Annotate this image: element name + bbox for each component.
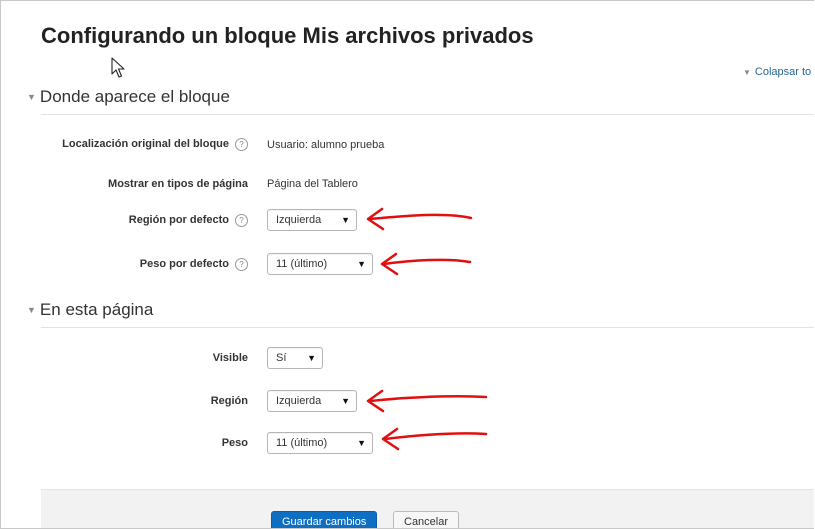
question-circle-icon[interactable]: ? <box>235 138 248 151</box>
triangle-down-icon: ▼ <box>743 68 751 77</box>
field-label-visible: Visible <box>213 352 248 364</box>
cancel-button[interactable]: Cancelar <box>393 511 460 528</box>
section-divider <box>41 114 814 115</box>
section-divider <box>41 327 814 328</box>
triangle-down-icon: ▼ <box>27 305 36 315</box>
caret-down-icon: ▼ <box>357 259 366 269</box>
peso-select[interactable]: 11 (último) ▼ <box>267 432 373 454</box>
visible-select[interactable]: Sí ▼ <box>267 347 323 369</box>
field-label-region-defecto: Región por defecto? <box>129 214 248 227</box>
field-label-text: Visible <box>212 352 248 364</box>
caret-down-icon: ▼ <box>341 215 350 225</box>
select-value: Izquierda <box>276 395 322 407</box>
field-label-text: Región por defecto <box>128 214 229 226</box>
field-label-text: Peso <box>221 437 248 449</box>
select-value: 11 (último) <box>276 258 328 270</box>
select-value: 11 (último) <box>276 437 328 449</box>
caret-down-icon: ▼ <box>357 438 366 448</box>
field-label-tipos-pagina: Mostrar en tipos de página <box>108 178 248 190</box>
field-label-text: Peso por defecto <box>139 258 229 270</box>
select-value: Sí <box>276 352 287 364</box>
region-select[interactable]: Izquierda ▼ <box>267 390 357 412</box>
field-label-text: Localización original del bloque <box>62 138 229 150</box>
field-label-localizacion: Localización original del bloque? <box>62 138 248 151</box>
collapse-all-link[interactable]: ▼ Colapsar to <box>743 66 811 78</box>
region-defecto-select[interactable]: Izquierda ▼ <box>267 209 357 231</box>
red-arrow-icon <box>366 389 488 413</box>
field-label-peso-defecto: Peso por defecto? <box>140 258 248 271</box>
page-title: Configurando un bloque Mis archivos priv… <box>41 23 534 48</box>
question-circle-icon[interactable]: ? <box>235 258 248 271</box>
collapse-all-label: Colapsar to <box>754 66 812 78</box>
question-circle-icon[interactable]: ? <box>235 214 248 227</box>
red-arrow-icon <box>366 207 473 231</box>
peso-defecto-select[interactable]: 11 (último) ▼ <box>267 253 373 275</box>
field-label-text: Región <box>210 395 248 407</box>
section-legend-donde-aparece[interactable]: ▼ Donde aparece el bloque <box>27 87 230 107</box>
page-frame: Configurando un bloque Mis archivos priv… <box>0 0 814 529</box>
caret-down-icon: ▼ <box>341 396 350 406</box>
select-value: Izquierda <box>276 214 322 226</box>
field-label-text: Mostrar en tipos de página <box>108 178 248 190</box>
triangle-down-icon: ▼ <box>27 92 36 102</box>
section-legend-label: Donde aparece el bloque <box>39 87 230 106</box>
red-arrow-icon <box>381 427 488 451</box>
mouse-pointer-icon <box>111 57 125 78</box>
field-value-tipos-pagina: Página del Tablero <box>267 178 358 190</box>
field-value-localizacion: Usuario: alumno prueba <box>267 139 385 151</box>
save-changes-button[interactable]: Guardar cambios <box>271 511 378 528</box>
section-legend-label: En esta página <box>39 300 154 319</box>
caret-down-icon: ▼ <box>307 353 316 363</box>
field-label-region: Región <box>211 395 248 407</box>
red-arrow-icon <box>380 252 472 276</box>
field-label-peso: Peso <box>222 437 248 449</box>
section-legend-en-esta-pagina[interactable]: ▼ En esta página <box>27 300 153 320</box>
